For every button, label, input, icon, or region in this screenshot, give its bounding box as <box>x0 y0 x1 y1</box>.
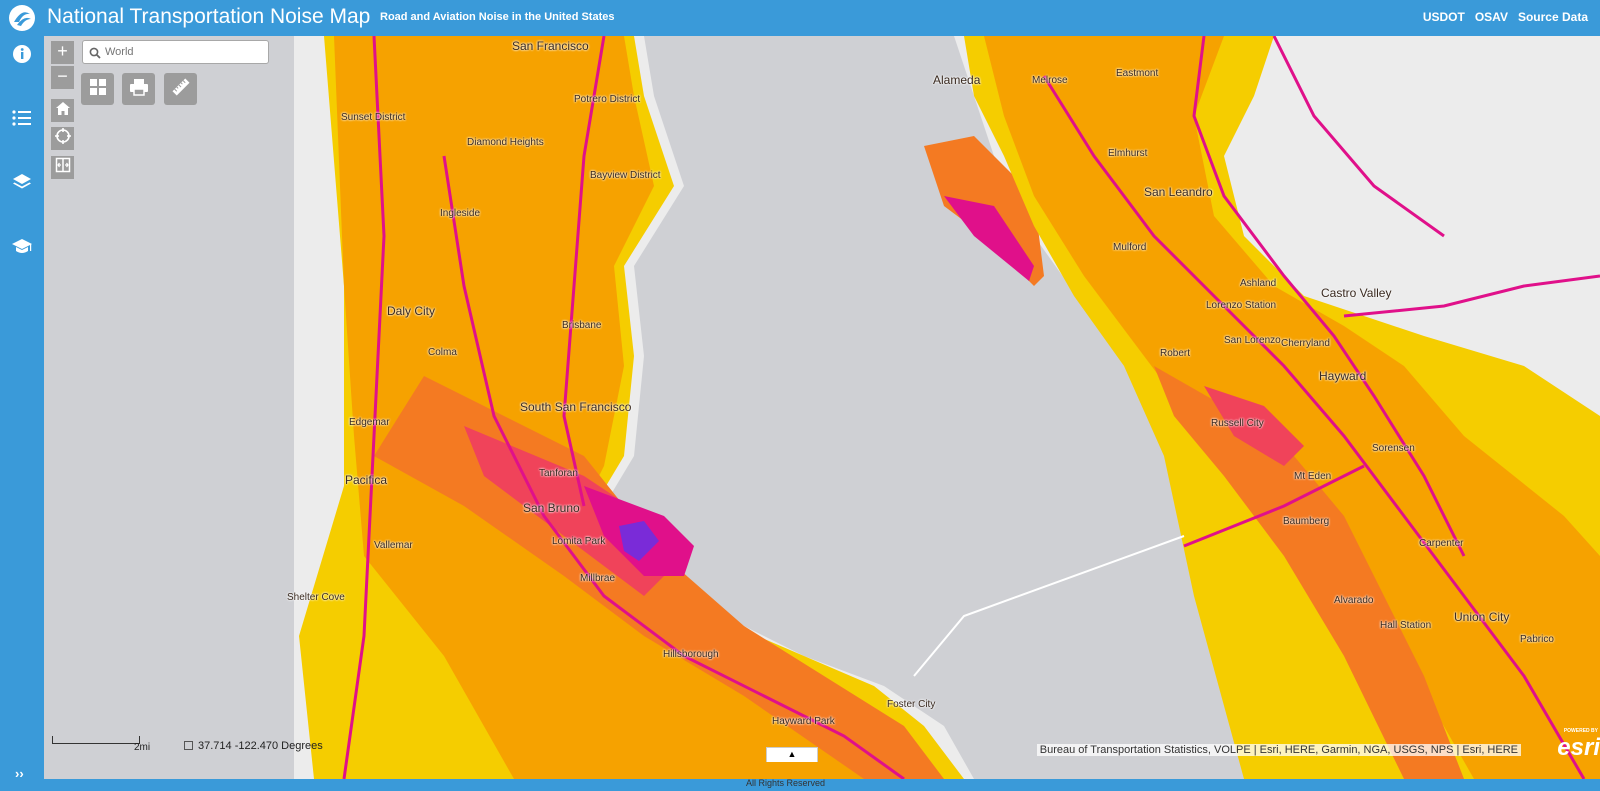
place-label: Ingleside <box>440 208 481 219</box>
app-title: National Transportation Noise Map <box>47 5 371 28</box>
locate-icon <box>54 128 71 149</box>
zoom-in-button[interactable]: + <box>51 41 74 64</box>
usdot-link[interactable]: USDOT <box>1423 10 1465 24</box>
place-label: Potrero District <box>574 94 641 105</box>
place-label: Foster City <box>887 699 936 710</box>
basemap-gallery-button[interactable] <box>81 73 114 105</box>
ruler-icon <box>171 77 191 102</box>
locate-button[interactable] <box>51 127 74 150</box>
place-label: Brisbane <box>562 320 602 331</box>
coordinate-readout: 37.714 -122.470 Degrees <box>184 740 323 752</box>
search-icon <box>89 46 101 64</box>
extent-icon <box>55 157 71 178</box>
place-label: Robert <box>1160 348 1191 359</box>
print-icon <box>129 78 149 101</box>
header-links: USDOT OSAV Source Data <box>1423 10 1588 24</box>
place-label: Union City <box>1454 610 1510 624</box>
place-label: Lorenzo Station <box>1206 300 1277 311</box>
place-label: Mt Eden <box>1294 471 1332 482</box>
place-label: Hayward Park <box>772 716 835 727</box>
place-label: Pacifica <box>345 473 388 487</box>
scale-label: 2mi <box>134 742 151 753</box>
place-label: Alameda <box>933 73 981 87</box>
info-icon[interactable] <box>10 42 34 66</box>
place-label: Castro Valley <box>1321 286 1392 300</box>
layers-icon[interactable] <box>10 170 34 194</box>
usdot-logo[interactable] <box>9 5 35 31</box>
place-label: San Bruno <box>523 501 580 515</box>
search-input[interactable] <box>105 44 263 60</box>
place-label: San Leandro <box>1144 185 1213 199</box>
place-label: Bayview District <box>590 170 661 181</box>
place-label: San Lorenzo <box>1224 335 1281 346</box>
print-button[interactable] <box>122 73 155 105</box>
home-icon <box>55 101 71 121</box>
place-label: Diamond Heights <box>467 137 544 148</box>
place-label: Vallemar <box>374 540 413 551</box>
list-icon[interactable] <box>10 106 34 130</box>
header: National Transportation Noise Map Road a… <box>0 0 1600 36</box>
search-box <box>82 40 269 64</box>
map-attribution: Bureau of Transportation Statistics, VOL… <box>1036 744 1521 756</box>
place-label: Ashland <box>1240 278 1277 289</box>
place-label: Elmhurst <box>1108 148 1148 159</box>
place-label: Hillsborough <box>663 649 719 660</box>
app-subtitle: Road and Aviation Noise in the United St… <box>380 11 615 23</box>
map-view[interactable]: San Francisco Potrero District Sunset Di… <box>44 36 1600 779</box>
extent-button[interactable] <box>51 156 74 179</box>
place-label: Baumberg <box>1283 516 1330 527</box>
app: National Transportation Noise Map Road a… <box>0 0 1600 791</box>
grid-icon <box>89 78 107 101</box>
place-label: Daly City <box>387 304 436 318</box>
place-label: Russell City <box>1211 418 1264 429</box>
footer: All Rights Reserved <box>44 778 1600 791</box>
source-data-link[interactable]: Source Data <box>1518 10 1588 24</box>
home-button[interactable] <box>51 99 74 122</box>
zoom-out-button[interactable]: − <box>51 66 74 89</box>
place-label: Carpenter <box>1419 538 1464 549</box>
footer-text: All Rights Reserved <box>746 778 826 788</box>
place-label: Sunset District <box>341 112 406 123</box>
expand-sidebar-button[interactable]: ›› <box>15 766 24 781</box>
noise-map-canvas <box>294 36 1600 779</box>
place-label: Alvarado <box>1334 595 1374 606</box>
zoom-controls: + − <box>51 41 74 91</box>
osav-link[interactable]: OSAV <box>1475 10 1508 24</box>
measure-button[interactable] <box>164 73 197 105</box>
place-label: Tanforan <box>539 468 578 479</box>
place-label: Melrose <box>1032 75 1068 86</box>
coordinate-icon[interactable] <box>184 741 193 750</box>
esri-logo[interactable]: POWERED BY esri <box>1557 726 1600 761</box>
place-label: Edgemar <box>349 417 390 428</box>
place-label: South San Francisco <box>520 400 632 414</box>
esri-name: esri <box>1557 734 1600 761</box>
place-label: Shelter Cove <box>287 592 345 603</box>
place-label: Mulford <box>1113 242 1147 253</box>
place-label: Hall Station <box>1380 620 1432 631</box>
place-label: Millbrae <box>580 573 616 584</box>
expand-panel-tab[interactable]: ▲ <box>766 747 818 762</box>
place-label: Pabrico <box>1520 634 1554 645</box>
place-label: San Francisco <box>512 39 589 53</box>
place-label: Lomita Park <box>552 536 606 547</box>
place-label: Hayward <box>1319 369 1367 383</box>
education-icon[interactable] <box>10 234 34 258</box>
left-sidebar: ›› <box>0 36 44 791</box>
coordinate-value: 37.714 -122.470 Degrees <box>198 740 323 752</box>
place-label: Eastmont <box>1116 68 1159 79</box>
place-label: Colma <box>428 347 457 358</box>
place-label: Sorensen <box>1372 443 1415 454</box>
scale-bar <box>52 736 140 744</box>
place-label: Cherryland <box>1281 338 1330 349</box>
